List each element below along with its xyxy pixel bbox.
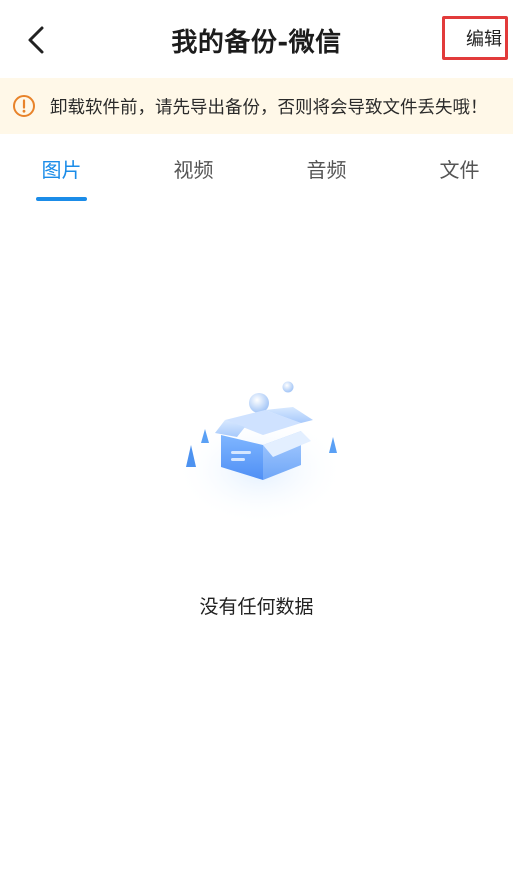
tab-label: 音频 xyxy=(306,158,347,182)
app-screen: 我的备份-微信 编辑 卸载软件前，请先导出备份，否则将会导致文件丢失哦！ 图片 … xyxy=(0,0,513,884)
tab-files[interactable]: 文件 xyxy=(434,154,485,198)
tab-label: 文件 xyxy=(439,158,480,182)
active-tab-indicator xyxy=(36,197,87,201)
tab-bar: 图片 视频 音频 文件 xyxy=(0,140,513,206)
warning-text: 卸载软件前，请先导出备份，否则将会导致文件丢失哦！ xyxy=(50,97,488,118)
edit-button-label: 编辑 xyxy=(466,29,502,50)
tab-images[interactable]: 图片 xyxy=(36,154,87,198)
empty-box-icon xyxy=(165,365,365,535)
empty-state-text: 没有任何数据 xyxy=(199,596,314,618)
tab-label: 图片 xyxy=(41,158,82,182)
tab-videos[interactable]: 视频 xyxy=(168,154,219,198)
warning-circle-icon xyxy=(12,94,36,118)
warning-banner: 卸载软件前，请先导出备份，否则将会导致文件丢失哦！ xyxy=(0,78,513,134)
page-title: 我的备份-微信 xyxy=(171,28,342,58)
tab-label: 视频 xyxy=(173,158,214,182)
tab-audio[interactable]: 音频 xyxy=(301,154,352,198)
top-bar: 我的备份-微信 编辑 xyxy=(0,0,513,78)
edit-button[interactable]: 编辑 xyxy=(442,16,508,60)
